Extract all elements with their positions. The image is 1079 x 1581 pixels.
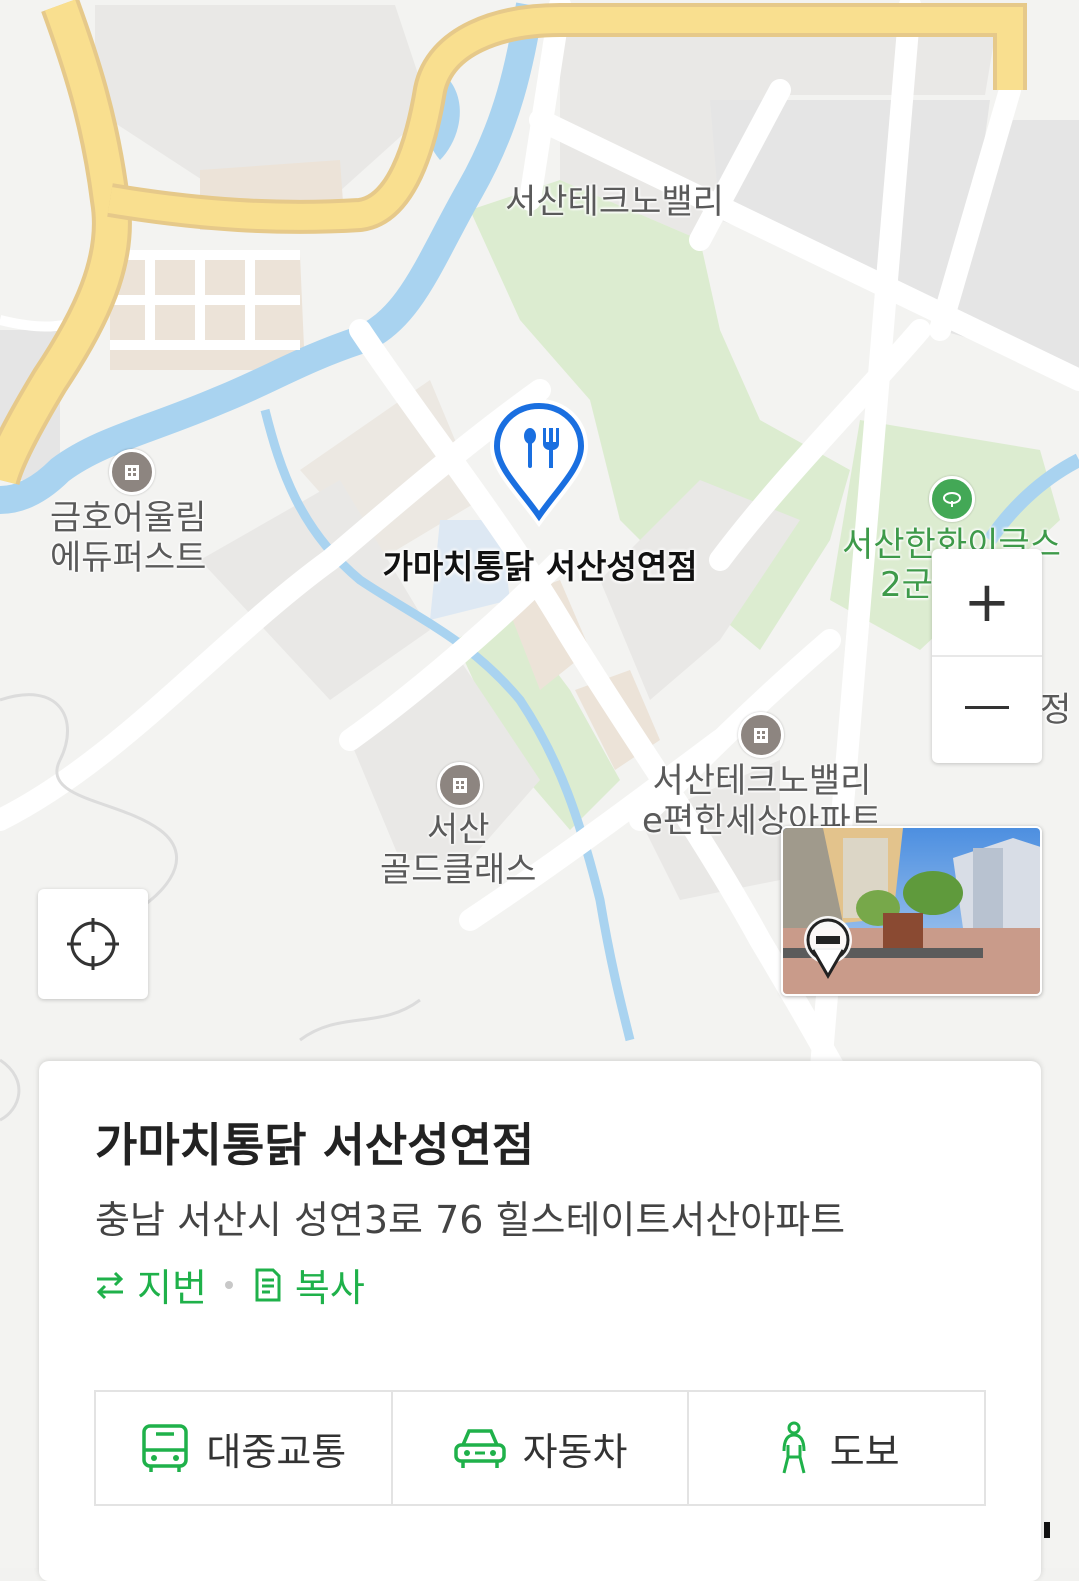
lot-number-label: 지번 (137, 1266, 207, 1310)
route-car-button[interactable]: 자동차 (390, 1392, 688, 1504)
street-view-image (783, 828, 1040, 994)
route-transit-button[interactable]: 대중교통 (96, 1392, 391, 1504)
place-info-card[interactable]: 가마치통닭 서산성연점 충남 서산시 성연3로 76 힐스테이트서산아파트 지번… (39, 1061, 1041, 1581)
copy-label: 복사 (294, 1266, 365, 1310)
map-label-kumho-line2: 에듀퍼스트 (50, 538, 207, 578)
current-location-button[interactable] (38, 889, 148, 999)
copy-icon (255, 1268, 281, 1301)
route-transit-label: 대중교통 (206, 1429, 347, 1474)
walk-icon (782, 1421, 806, 1474)
apartment-icon[interactable] (109, 449, 155, 495)
pin-label[interactable]: 가마치통닭 서산성연점 (340, 540, 740, 588)
map-label-kumho: 금호어울림 에듀퍼스트 (50, 498, 206, 578)
dot-separator (224, 1280, 233, 1289)
place-address: 충남 서산시 성연3로 76 힐스테이트서산아파트 (95, 1198, 846, 1242)
route-walk-button[interactable]: 도보 (687, 1392, 984, 1504)
swap-icon (96, 1271, 124, 1299)
minus-icon (965, 706, 1009, 709)
lot-number-toggle[interactable]: 지번 (93, 1257, 207, 1312)
map-label-seosan-gold: 서산 골드클래스 (380, 810, 536, 890)
route-options: 대중교통 자동차 도보 (94, 1390, 986, 1506)
map-label-techno-valley: 서산테크노밸리 (505, 182, 724, 222)
zoom-controls: + (932, 549, 1042, 763)
car-icon (453, 1429, 506, 1468)
map-label-edge: 정 (1040, 690, 1072, 730)
zoom-out-button[interactable] (932, 655, 1042, 761)
apartment-icon[interactable] (437, 762, 483, 808)
crosshair-icon (67, 918, 119, 970)
place-title[interactable]: 가마치통닭 서산성연점 (95, 1109, 534, 1175)
copy-address-button[interactable]: 복사 (251, 1257, 365, 1312)
map-label-techno-apt-line1: 서산테크노밸리 (652, 761, 872, 801)
map-label-seosan-gold-line1: 서산 (426, 810, 490, 850)
map-label-seosan-gold-line2: 골드클래스 (380, 850, 537, 890)
zoom-in-button[interactable]: + (932, 549, 1042, 655)
restaurant-pin-icon[interactable] (489, 398, 589, 528)
route-walk-label: 도보 (829, 1429, 900, 1474)
scroll-indicator (1044, 1522, 1050, 1538)
address-actions: 지번 복사 (93, 1257, 365, 1312)
apartment-icon[interactable] (738, 712, 784, 758)
street-view-thumbnail[interactable] (781, 826, 1042, 996)
bus-icon (142, 1424, 189, 1472)
golf-icon[interactable] (929, 476, 975, 522)
route-car-label: 자동차 (522, 1429, 628, 1474)
map-label-kumho-line1: 금호어울림 (50, 498, 207, 538)
